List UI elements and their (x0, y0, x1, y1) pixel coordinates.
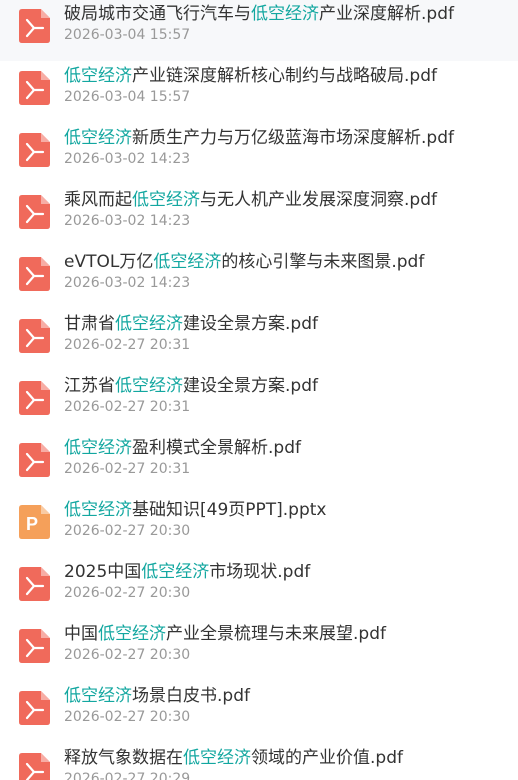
file-list-item[interactable]: 低空经济场景白皮书.pdf 2026-02-27 20:30 (0, 681, 518, 743)
file-timestamp: 2026-03-04 15:57 (64, 89, 191, 105)
file-list: 破局城市交通飞行汽车与低空经济产业深度解析.pdf 2026-03-04 15:5… (0, 0, 518, 780)
file-name-text: 产业链深度解析核心制约与战略破局.pdf (132, 66, 437, 86)
file-name-text: 与无人机产业发展深度洞察.pdf (200, 190, 437, 210)
file-timestamp: 2026-03-02 14:23 (64, 151, 191, 167)
file-timestamp: 2026-02-27 20:30 (64, 523, 191, 539)
pdf-icon (19, 753, 50, 780)
file-name: 中国低空经济产业全景梳理与未来展望.pdf (64, 623, 512, 645)
file-list-item[interactable]: 乘风而起低空经济与无人机产业发展深度洞察.pdf 2026-03-02 14:23 (0, 185, 518, 247)
file-name: 释放气象数据在低空经济领域的产业价值.pdf (64, 747, 512, 769)
pdf-icon (19, 71, 50, 105)
file-name-text: 中国 (64, 624, 98, 644)
pptx-icon: P (19, 505, 50, 539)
file-name: 低空经济产业链深度解析核心制约与战略破局.pdf (64, 65, 512, 87)
file-name: 乘风而起低空经济与无人机产业发展深度洞察.pdf (64, 189, 512, 211)
search-highlight: 低空经济 (115, 376, 183, 396)
file-name-text: 的核心引擎与未来图景.pdf (221, 252, 425, 272)
file-timestamp: 2026-02-27 20:30 (64, 647, 191, 663)
file-timestamp: 2026-03-02 14:23 (64, 275, 191, 291)
file-name-text: 破局城市交通飞行汽车与 (64, 4, 251, 24)
file-name-text: 2025中国 (64, 562, 142, 582)
file-name-text: 建设全景方案.pdf (183, 376, 318, 396)
search-highlight: 低空经济 (183, 748, 251, 768)
file-name-text: 产业深度解析.pdf (319, 4, 454, 24)
file-name-text: 产业全景梳理与未来展望.pdf (166, 624, 386, 644)
search-highlight: 低空经济 (64, 128, 132, 148)
file-list-item[interactable]: 低空经济新质生产力与万亿级蓝海市场深度解析.pdf 2026-03-02 14:2… (0, 123, 518, 185)
file-list-item[interactable]: 低空经济产业链深度解析核心制约与战略破局.pdf 2026-03-04 15:57 (0, 61, 518, 123)
file-list-item[interactable]: 破局城市交通飞行汽车与低空经济产业深度解析.pdf 2026-03-04 15:5… (0, 0, 518, 61)
file-name: 低空经济基础知识[49页PPT].pptx (64, 499, 512, 521)
file-name: 2025中国低空经济市场现状.pdf (64, 561, 512, 583)
file-name: 低空经济盈利模式全景解析.pdf (64, 437, 512, 459)
file-list-item[interactable]: P 低空经济基础知识[49页PPT].pptx 2026-02-27 20:30 (0, 495, 518, 557)
file-timestamp: 2026-03-02 14:23 (64, 213, 191, 229)
pdf-icon (19, 257, 50, 291)
file-name-text: eVTOL万亿 (64, 252, 154, 272)
file-name: 甘肃省低空经济建设全景方案.pdf (64, 313, 512, 335)
file-timestamp: 2026-02-27 20:30 (64, 709, 191, 725)
pdf-icon (19, 195, 50, 229)
search-highlight: 低空经济 (153, 252, 222, 272)
pdf-icon (19, 9, 50, 43)
file-timestamp: 2026-02-27 20:29 (64, 771, 191, 780)
search-highlight: 低空经济 (64, 438, 132, 458)
file-name: 江苏省低空经济建设全景方案.pdf (64, 375, 512, 397)
file-list-item[interactable]: 江苏省低空经济建设全景方案.pdf 2026-02-27 20:31 (0, 371, 518, 433)
pdf-icon (19, 133, 50, 167)
file-timestamp: 2026-02-27 20:31 (64, 461, 191, 477)
file-timestamp: 2026-03-04 15:57 (64, 27, 191, 43)
file-name-text: 基础知识[49页PPT].pptx (132, 500, 327, 520)
file-name: 低空经济新质生产力与万亿级蓝海市场深度解析.pdf (64, 127, 512, 149)
file-name: 破局城市交通飞行汽车与低空经济产业深度解析.pdf (64, 3, 512, 25)
file-name-text: 新质生产力与万亿级蓝海市场深度解析.pdf (132, 128, 454, 148)
file-timestamp: 2026-02-27 20:31 (64, 399, 191, 415)
file-name-text: 领域的产业价值.pdf (251, 748, 403, 768)
pdf-icon (19, 443, 50, 477)
file-timestamp: 2026-02-27 20:30 (64, 585, 191, 601)
search-highlight: 低空经济 (98, 624, 166, 644)
search-highlight: 低空经济 (251, 4, 319, 24)
pdf-icon (19, 319, 50, 353)
search-highlight: 低空经济 (132, 190, 200, 210)
file-name-text: 江苏省 (64, 376, 115, 396)
file-list-item[interactable]: 低空经济盈利模式全景解析.pdf 2026-02-27 20:31 (0, 433, 518, 495)
file-list-item[interactable]: 释放气象数据在低空经济领域的产业价值.pdf 2026-02-27 20:29 (0, 743, 518, 780)
file-list-item[interactable]: 中国低空经济产业全景梳理与未来展望.pdf 2026-02-27 20:30 (0, 619, 518, 681)
file-name: 低空经济场景白皮书.pdf (64, 685, 512, 707)
search-highlight: 低空经济 (64, 500, 132, 520)
file-name-text: 市场现状.pdf (209, 562, 311, 582)
file-name-text: 甘肃省 (64, 314, 115, 334)
file-list-item[interactable]: 甘肃省低空经济建设全景方案.pdf 2026-02-27 20:31 (0, 309, 518, 371)
file-name-text: 释放气象数据在 (64, 748, 183, 768)
file-name-text: 场景白皮书.pdf (132, 686, 250, 706)
pdf-icon (19, 691, 50, 725)
search-highlight: 低空经济 (141, 562, 210, 582)
pdf-icon (19, 629, 50, 663)
file-list-item[interactable]: eVTOL万亿低空经济的核心引擎与未来图景.pdf 2026-03-02 14:2… (0, 247, 518, 309)
file-name-text: 乘风而起 (64, 190, 132, 210)
file-name-text: 建设全景方案.pdf (183, 314, 318, 334)
search-highlight: 低空经济 (115, 314, 183, 334)
file-list-item[interactable]: 2025中国低空经济市场现状.pdf 2026-02-27 20:30 (0, 557, 518, 619)
file-name-text: 盈利模式全景解析.pdf (132, 438, 301, 458)
pdf-icon (19, 567, 50, 601)
search-highlight: 低空经济 (64, 66, 132, 86)
file-name: eVTOL万亿低空经济的核心引擎与未来图景.pdf (64, 251, 512, 273)
svg-text:P: P (26, 514, 38, 534)
pdf-icon (19, 381, 50, 415)
search-highlight: 低空经济 (64, 686, 132, 706)
file-timestamp: 2026-02-27 20:31 (64, 337, 191, 353)
